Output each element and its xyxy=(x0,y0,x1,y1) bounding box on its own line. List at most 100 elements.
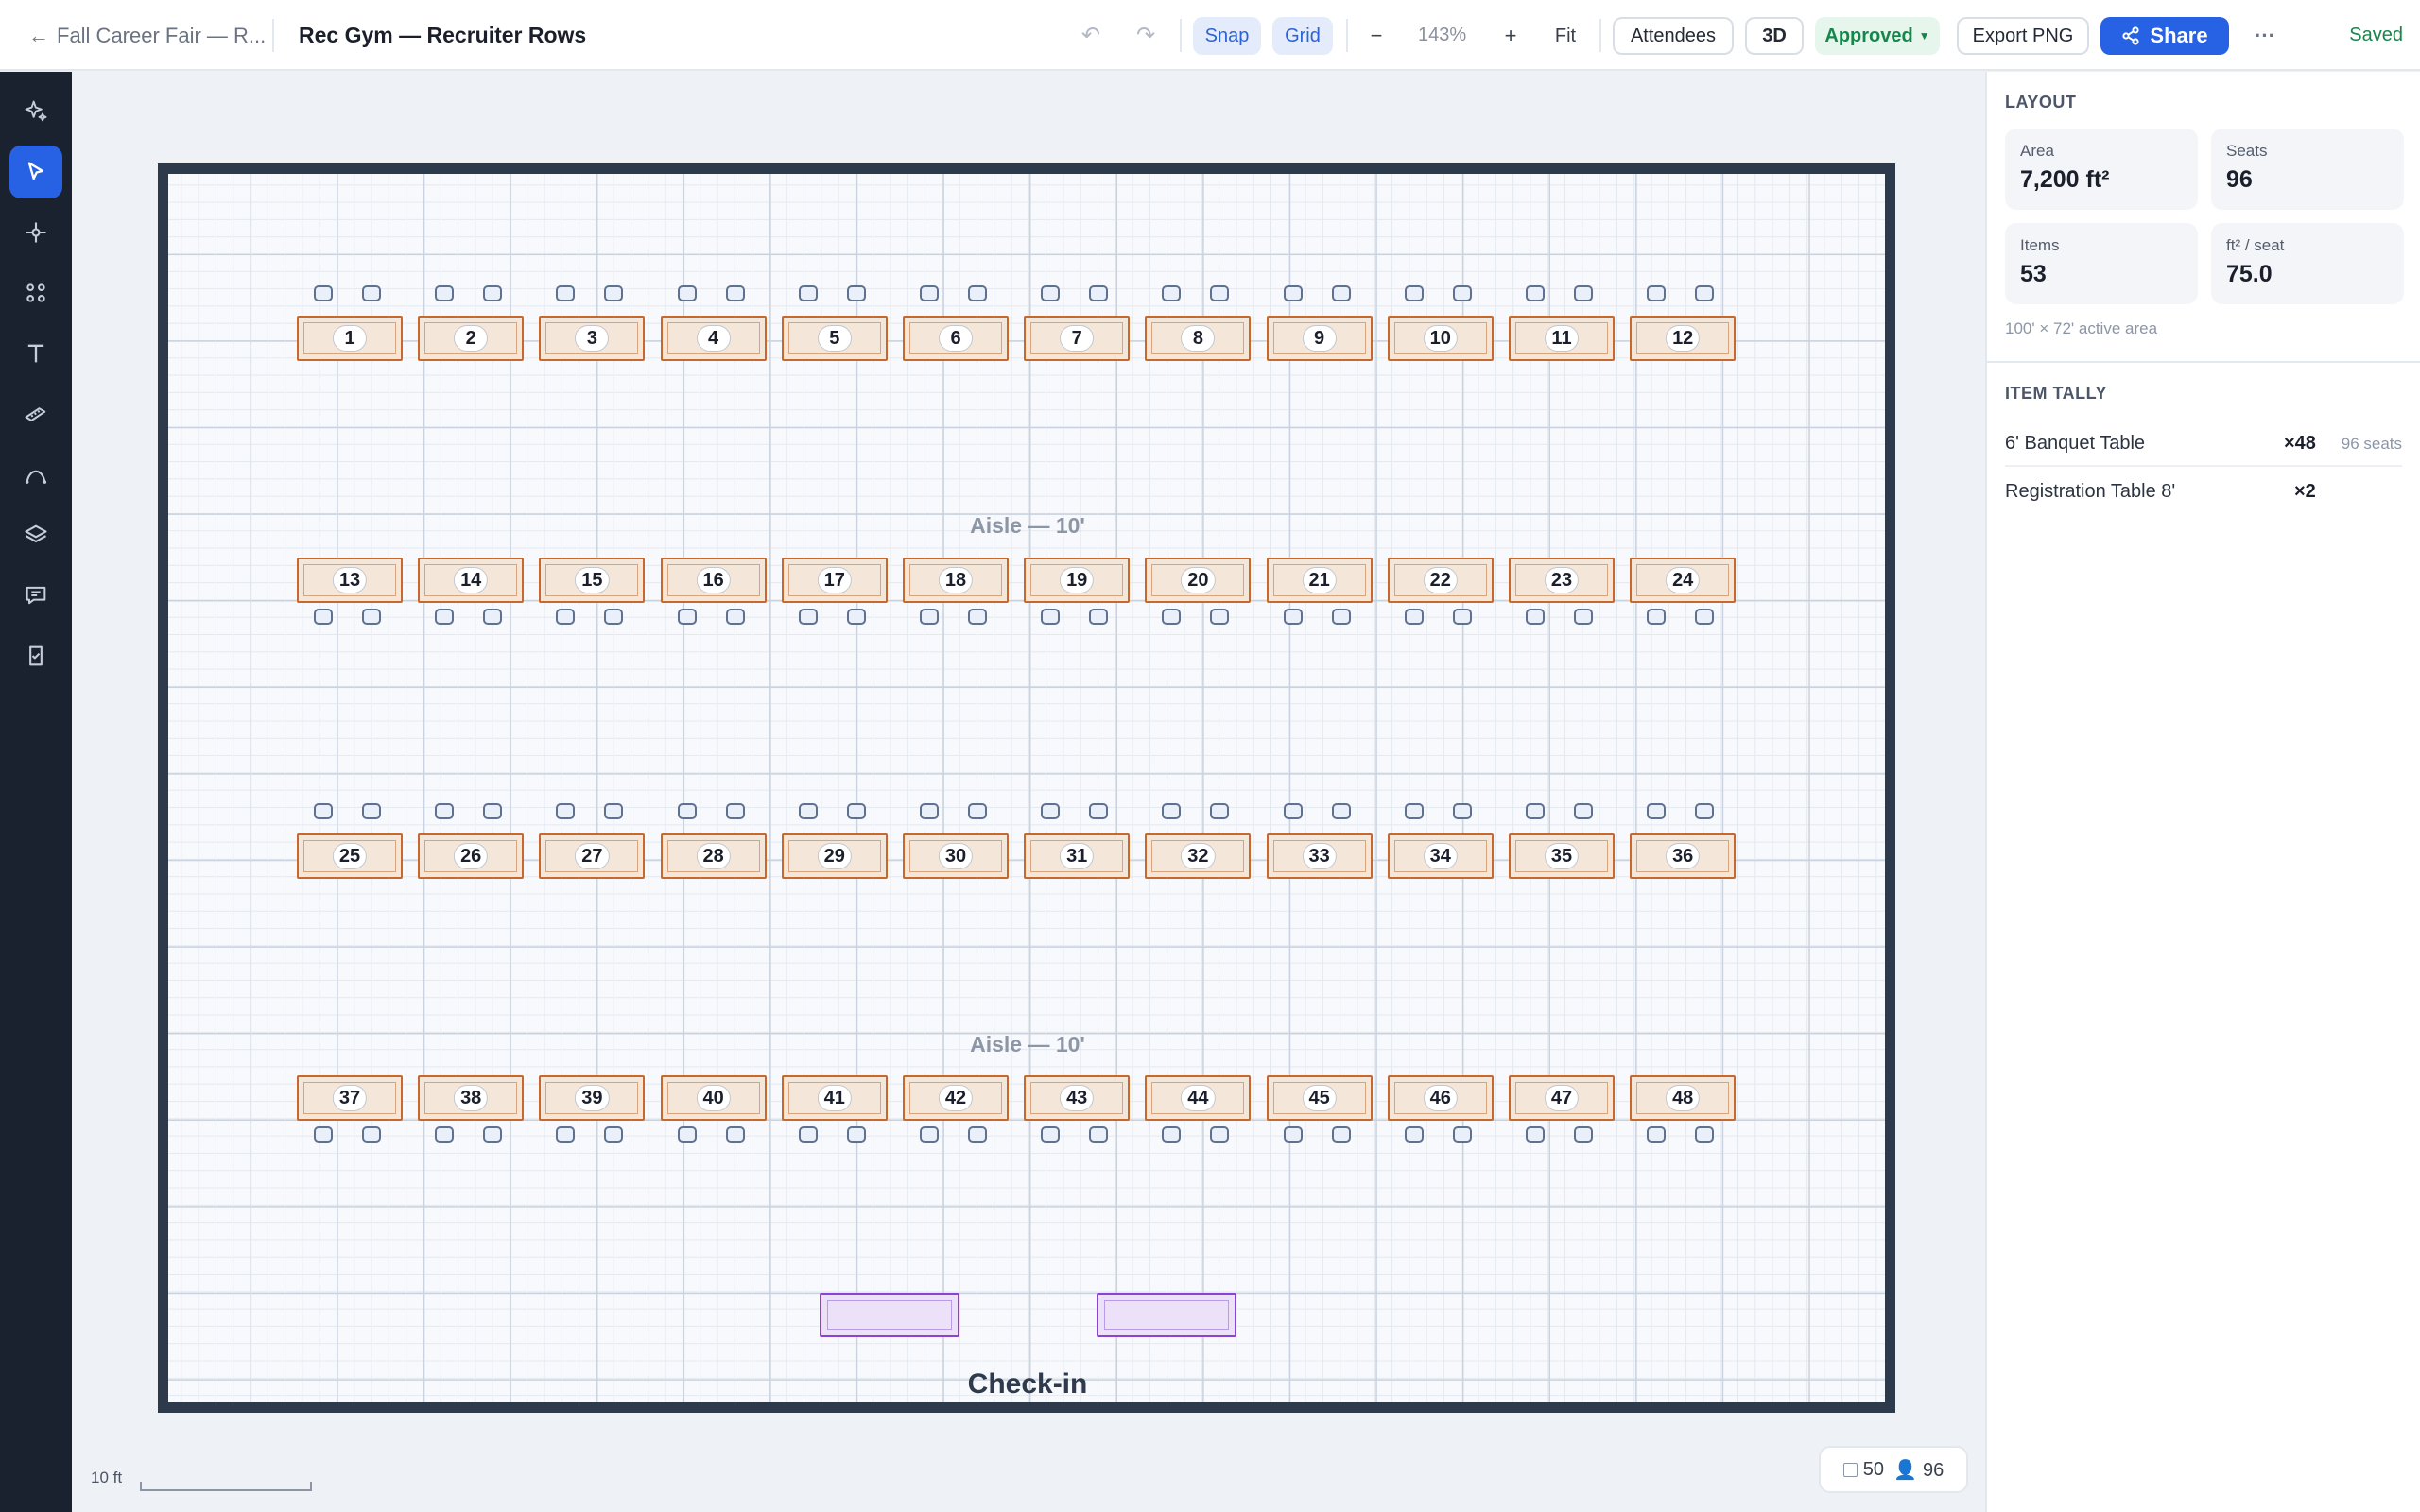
ai-sparkle-tool[interactable] xyxy=(9,85,62,138)
chair[interactable] xyxy=(677,609,697,625)
redo-icon[interactable]: ↷ xyxy=(1127,0,1165,71)
chair[interactable] xyxy=(677,1126,697,1143)
chair[interactable] xyxy=(1404,285,1424,301)
components-tool[interactable] xyxy=(9,266,62,319)
chair[interactable] xyxy=(968,1126,987,1143)
measure-tool[interactable] xyxy=(9,387,62,440)
undo-icon[interactable]: ↶ xyxy=(1072,0,1110,71)
chair[interactable] xyxy=(1574,803,1593,819)
chair[interactable] xyxy=(1089,285,1109,301)
banquet-table[interactable]: 43 xyxy=(1024,1075,1131,1121)
banquet-table[interactable]: 34 xyxy=(1387,833,1494,879)
banquet-table[interactable]: 19 xyxy=(1024,558,1131,603)
share-button[interactable]: Share xyxy=(2100,17,2229,55)
chair[interactable] xyxy=(435,609,455,625)
chair[interactable] xyxy=(362,1126,381,1143)
banquet-table[interactable]: 15 xyxy=(539,558,646,603)
banquet-table[interactable]: 41 xyxy=(781,1075,888,1121)
chair[interactable] xyxy=(604,285,624,301)
chair[interactable] xyxy=(725,1126,745,1143)
chair[interactable] xyxy=(1695,609,1715,625)
banquet-table[interactable]: 38 xyxy=(418,1075,525,1121)
chair[interactable] xyxy=(435,285,455,301)
banquet-table[interactable]: 5 xyxy=(781,316,888,361)
snap-toggle[interactable]: Snap xyxy=(1193,17,1261,55)
chair[interactable] xyxy=(556,803,576,819)
chair[interactable] xyxy=(1283,1126,1303,1143)
banquet-table[interactable]: 6 xyxy=(903,316,1009,361)
chair[interactable] xyxy=(968,285,987,301)
chair[interactable] xyxy=(362,609,381,625)
view-3d-button[interactable]: 3D xyxy=(1745,17,1804,55)
chair[interactable] xyxy=(314,609,333,625)
chair[interactable] xyxy=(1695,1126,1715,1143)
chair[interactable] xyxy=(968,609,987,625)
chair[interactable] xyxy=(604,1126,624,1143)
banquet-table[interactable]: 46 xyxy=(1387,1075,1494,1121)
select-tool[interactable] xyxy=(9,146,62,198)
chair[interactable] xyxy=(483,803,503,819)
banquet-table[interactable]: 37 xyxy=(297,1075,403,1121)
attendees-button[interactable]: Attendees xyxy=(1613,17,1734,55)
chair[interactable] xyxy=(1647,609,1667,625)
banquet-table[interactable]: 40 xyxy=(660,1075,767,1121)
chair[interactable] xyxy=(1089,803,1109,819)
banquet-table[interactable]: 22 xyxy=(1387,558,1494,603)
chair[interactable] xyxy=(435,1126,455,1143)
banquet-table[interactable]: 36 xyxy=(1630,833,1737,879)
chair[interactable] xyxy=(1695,803,1715,819)
banquet-table[interactable]: 9 xyxy=(1266,316,1373,361)
chair[interactable] xyxy=(968,803,987,819)
grid-toggle[interactable]: Grid xyxy=(1272,17,1333,55)
chair[interactable] xyxy=(798,1126,818,1143)
chair[interactable] xyxy=(1574,285,1593,301)
banquet-table[interactable]: 14 xyxy=(418,558,525,603)
banquet-table[interactable]: 28 xyxy=(660,833,767,879)
chair[interactable] xyxy=(798,609,818,625)
aisle-label[interactable]: Aisle — 10' xyxy=(970,1032,1085,1057)
banquet-table[interactable]: 39 xyxy=(539,1075,646,1121)
chair[interactable] xyxy=(1526,1126,1545,1143)
banquet-table[interactable]: 45 xyxy=(1266,1075,1373,1121)
chair[interactable] xyxy=(920,609,939,625)
chair[interactable] xyxy=(725,285,745,301)
banquet-table[interactable]: 48 xyxy=(1630,1075,1737,1121)
tally-row[interactable]: 6' Banquet Table ×48 96 seats xyxy=(2005,420,2402,467)
zoom-out-button[interactable]: − xyxy=(1357,17,1395,55)
chair[interactable] xyxy=(1210,609,1230,625)
chair[interactable] xyxy=(846,803,866,819)
more-options-button[interactable]: ··· xyxy=(2246,17,2284,55)
layers-tool[interactable] xyxy=(9,508,62,561)
chair[interactable] xyxy=(1283,285,1303,301)
chair[interactable] xyxy=(846,609,866,625)
banquet-table[interactable]: 27 xyxy=(539,833,646,879)
chair[interactable] xyxy=(556,1126,576,1143)
banquet-table[interactable]: 13 xyxy=(297,558,403,603)
back-link[interactable]: ← Fall Career Fair — R... xyxy=(28,0,266,71)
banquet-table[interactable]: 7 xyxy=(1024,316,1131,361)
chair[interactable] xyxy=(1041,609,1061,625)
chair[interactable] xyxy=(1283,609,1303,625)
chair[interactable] xyxy=(846,285,866,301)
comments-tool[interactable] xyxy=(9,569,62,622)
chair[interactable] xyxy=(1404,609,1424,625)
chair[interactable] xyxy=(677,285,697,301)
banquet-table[interactable]: 21 xyxy=(1266,558,1373,603)
chair[interactable] xyxy=(1452,285,1472,301)
banquet-table[interactable]: 16 xyxy=(660,558,767,603)
banquet-table[interactable]: 42 xyxy=(903,1075,1009,1121)
banquet-table[interactable]: 2 xyxy=(418,316,525,361)
tally-row[interactable]: Registration Table 8' ×2 xyxy=(2005,468,2402,515)
banquet-table[interactable]: 17 xyxy=(781,558,888,603)
aisle-label[interactable]: Aisle — 10' xyxy=(970,513,1085,539)
chair[interactable] xyxy=(1331,803,1351,819)
chair[interactable] xyxy=(1404,1126,1424,1143)
chair[interactable] xyxy=(1331,609,1351,625)
banquet-table[interactable]: 29 xyxy=(781,833,888,879)
checklist-tool[interactable] xyxy=(9,629,62,682)
chair[interactable] xyxy=(604,609,624,625)
chair[interactable] xyxy=(314,803,333,819)
checkin-label[interactable]: Check-in xyxy=(968,1368,1088,1400)
banquet-table[interactable]: 23 xyxy=(1509,558,1615,603)
chair[interactable] xyxy=(1526,609,1545,625)
